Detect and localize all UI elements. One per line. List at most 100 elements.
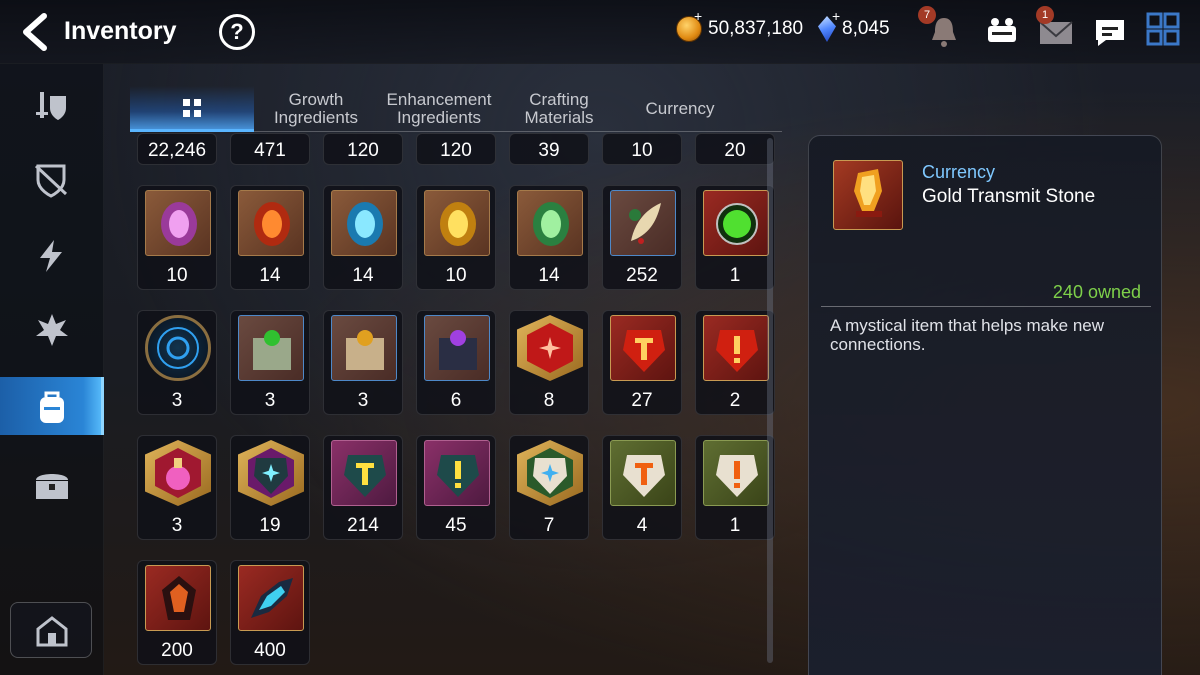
sidebar-item-energy[interactable] bbox=[0, 226, 104, 284]
inventory-grid: 22,246 471 120 120 39 10 20 10 14 14 10 … bbox=[130, 133, 782, 675]
inventory-slot[interactable]: 22,246 bbox=[137, 133, 217, 165]
inventory-slot[interactable]: 39 bbox=[509, 133, 589, 165]
item-count: 3 bbox=[357, 390, 369, 411]
grid-icon bbox=[183, 98, 201, 117]
white-t-stone-icon bbox=[610, 440, 676, 506]
inventory-slot[interactable]: 200 bbox=[137, 560, 217, 665]
inventory-slot[interactable]: 45 bbox=[416, 435, 496, 540]
sidebar-item-equipment[interactable] bbox=[0, 76, 104, 134]
inventory-slot[interactable]: 214 bbox=[323, 435, 403, 540]
backpack-icon bbox=[40, 391, 64, 423]
inventory-slot[interactable]: 2 bbox=[695, 310, 775, 415]
inventory-slot[interactable]: 120 bbox=[416, 133, 496, 165]
home-icon bbox=[36, 616, 68, 647]
pink-potion-icon bbox=[145, 440, 211, 506]
top-bar: Inventory ? + 50,837,180 + 8,045 7 1 bbox=[0, 0, 1200, 64]
item-count: 2 bbox=[729, 390, 741, 411]
inventory-slot[interactable]: 14 bbox=[230, 185, 310, 290]
page-title: Inventory bbox=[64, 17, 177, 45]
back-arrow-icon[interactable] bbox=[18, 12, 54, 52]
broken-shield-icon bbox=[34, 164, 68, 198]
inventory-slot[interactable]: 10 bbox=[416, 185, 496, 290]
inventory-slot[interactable]: 3 bbox=[323, 310, 403, 415]
category-tabs: Growth Ingredients Enhancement Ingredien… bbox=[130, 86, 782, 132]
home-button[interactable] bbox=[10, 602, 92, 658]
item-count: 45 bbox=[445, 515, 467, 536]
inventory-slot[interactable]: 1 bbox=[695, 185, 775, 290]
bell-icon[interactable]: 7 bbox=[918, 6, 964, 52]
mail-badge: 1 bbox=[1036, 6, 1054, 24]
gem-currency[interactable]: + 8,045 bbox=[818, 8, 890, 42]
inventory-slot[interactable]: 14 bbox=[323, 185, 403, 290]
item-count: 14 bbox=[538, 265, 560, 286]
inventory-slot[interactable]: 400 bbox=[230, 560, 310, 665]
inventory-slot[interactable]: 1 bbox=[695, 435, 775, 540]
gold-currency[interactable]: + 50,837,180 bbox=[676, 8, 803, 42]
item-count: 1 bbox=[729, 265, 741, 286]
fire-rune-icon bbox=[238, 190, 304, 256]
inventory-slot[interactable]: 120 bbox=[323, 133, 403, 165]
tab-all[interactable] bbox=[130, 86, 254, 132]
inventory-slot[interactable]: 10 bbox=[137, 185, 217, 290]
item-count: 120 bbox=[347, 140, 379, 161]
inventory-slot[interactable]: 4 bbox=[602, 435, 682, 540]
white-star-stone-icon bbox=[517, 440, 583, 506]
chat-icon[interactable] bbox=[1090, 12, 1130, 52]
chest-icon bbox=[36, 474, 68, 499]
inventory-slot[interactable]: 3 bbox=[230, 310, 310, 415]
inventory-slot[interactable]: 14 bbox=[509, 185, 589, 290]
item-count: 10 bbox=[445, 265, 467, 286]
sidebar-item-artifacts[interactable] bbox=[0, 300, 104, 358]
item-count: 200 bbox=[161, 640, 193, 661]
inventory-scrollbar[interactable] bbox=[767, 138, 773, 663]
item-count: 214 bbox=[347, 515, 379, 536]
sidebar bbox=[0, 64, 104, 675]
item-count: 14 bbox=[352, 265, 374, 286]
inventory-slot[interactable]: 20 bbox=[695, 133, 775, 165]
plus-icon: + bbox=[832, 8, 841, 24]
sidebar-item-inventory[interactable] bbox=[0, 377, 104, 435]
inventory-slot[interactable]: 3 bbox=[137, 310, 217, 415]
inventory-slot[interactable]: 10 bbox=[602, 133, 682, 165]
inventory-slot[interactable]: 252 bbox=[602, 185, 682, 290]
tab-crafting-materials[interactable]: Crafting Materials bbox=[504, 86, 614, 132]
item-count: 3 bbox=[171, 390, 183, 411]
mail-icon[interactable]: 1 bbox=[1036, 6, 1076, 52]
inventory-slot[interactable]: 6 bbox=[416, 310, 496, 415]
tab-growth-ingredients[interactable]: Growth Ingredients bbox=[258, 86, 374, 132]
plus-icon: + bbox=[694, 8, 703, 24]
inventory-slot[interactable]: 19 bbox=[230, 435, 310, 540]
inventory-slot[interactable]: 27 bbox=[602, 310, 682, 415]
inventory-slot[interactable]: 3 bbox=[137, 435, 217, 540]
purple-star-stone-icon bbox=[238, 440, 304, 506]
tab-enhancement-ingredients[interactable]: Enhancement Ingredients bbox=[378, 86, 500, 132]
help-icon[interactable]: ? bbox=[219, 14, 255, 50]
lightning-icon bbox=[40, 240, 62, 272]
inventory-slot[interactable]: 471 bbox=[230, 133, 310, 165]
blue-sigil-icon bbox=[145, 315, 211, 381]
item-count: 400 bbox=[254, 640, 286, 661]
dark-crystal-icon bbox=[145, 565, 211, 631]
item-count: 10 bbox=[166, 265, 188, 286]
gem-amount: 8,045 bbox=[842, 18, 890, 39]
feather-leaf-icon bbox=[610, 190, 676, 256]
item-count: 27 bbox=[631, 390, 653, 411]
inventory-slot[interactable]: 7 bbox=[509, 435, 589, 540]
item-description: A mystical item that helps make new conn… bbox=[830, 316, 1105, 354]
item-count: 20 bbox=[724, 140, 746, 161]
item-name: Gold Transmit Stone bbox=[922, 186, 1096, 207]
sidebar-item-storage[interactable] bbox=[0, 454, 104, 512]
tab-currency[interactable]: Currency bbox=[620, 86, 740, 132]
gold-gem-chest-icon bbox=[331, 315, 397, 381]
red-t-stone-icon bbox=[610, 315, 676, 381]
owned-count: 240 owned bbox=[1052, 282, 1141, 302]
dark-gem-chest-icon bbox=[424, 315, 490, 381]
green-orb-icon bbox=[703, 190, 769, 256]
sidebar-item-broken-gear[interactable] bbox=[0, 150, 104, 208]
inventory-slot[interactable]: 8 bbox=[509, 310, 589, 415]
item-count: 120 bbox=[440, 140, 472, 161]
green-gem-chest-icon bbox=[238, 315, 304, 381]
party-icon[interactable] bbox=[982, 12, 1022, 52]
menu-grid-icon[interactable] bbox=[1146, 12, 1186, 52]
red-exclaim-stone-icon bbox=[703, 315, 769, 381]
